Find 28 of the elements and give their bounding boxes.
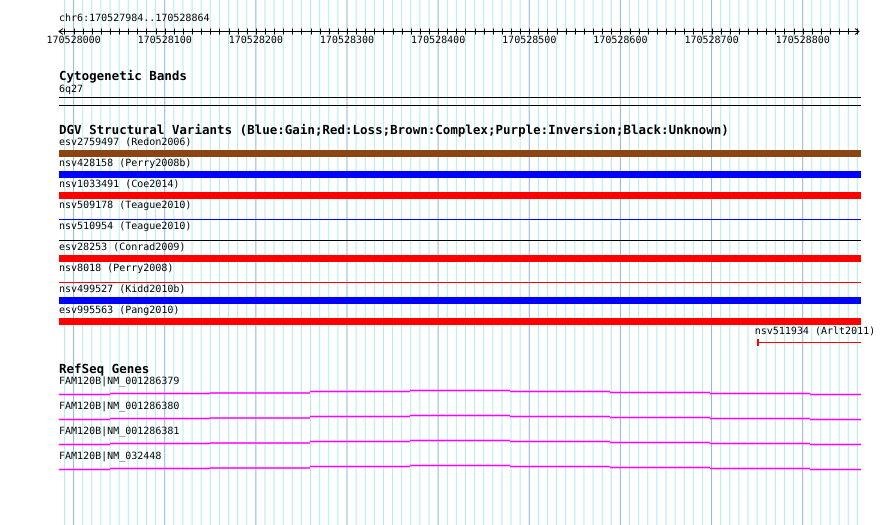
track-title: RefSeq Genes — [59, 362, 150, 376]
variant-label: nsv428158 (Perry2008b) — [59, 158, 192, 170]
gene-label: FAM120B|NM_001286379 — [59, 376, 180, 388]
tick-label: 170528400 — [411, 35, 466, 47]
tick-label: 170528300 — [320, 35, 374, 47]
tick-label: 170528200 — [228, 35, 283, 47]
track-title: DGV Structural Variants (Blue:Gain;Red:Loss;Brown:Complex;Purple:Inversion;Black:Unknown) — [59, 123, 730, 137]
gene-label: FAM120B|NM_001286380 — [59, 401, 180, 413]
tick-label: 170528700 — [684, 35, 739, 47]
gene-label: FAM120B|NM_032448 — [59, 451, 162, 463]
tick-label: 170528500 — [502, 35, 556, 47]
variant-label: esv2759497 (Redon2006) — [59, 137, 192, 149]
variant-label: esv28253 (Conrad2009) — [59, 242, 186, 254]
gene-label: FAM120B|NM_001286381 — [59, 426, 180, 438]
variant-label: nsv511934 (Arlt2011) — [754, 326, 876, 338]
tick-label: 170528100 — [138, 35, 192, 47]
tick-label: 170528800 — [776, 35, 830, 47]
variant-label: nsv1033491 (Coe2014) — [59, 179, 180, 191]
variant-label: nsv8018 (Perry2008) — [59, 263, 174, 275]
location-label: chr6:170527984..170528864 — [59, 13, 210, 25]
band-label: 6q27 — [59, 84, 84, 96]
variant-label: nsv510954 (Teague2010) — [59, 221, 192, 233]
variant-label: esv995563 (Pang2010) — [59, 305, 180, 317]
variant-label: nsv499527 (Kidd2010b) — [59, 284, 186, 296]
tick-label: 170528000 — [46, 35, 101, 47]
tick-label: 170528600 — [593, 35, 648, 47]
track-title: Cytogenetic Bands — [59, 69, 188, 83]
variant-label: nsv509178 (Teague2010) — [59, 200, 192, 212]
